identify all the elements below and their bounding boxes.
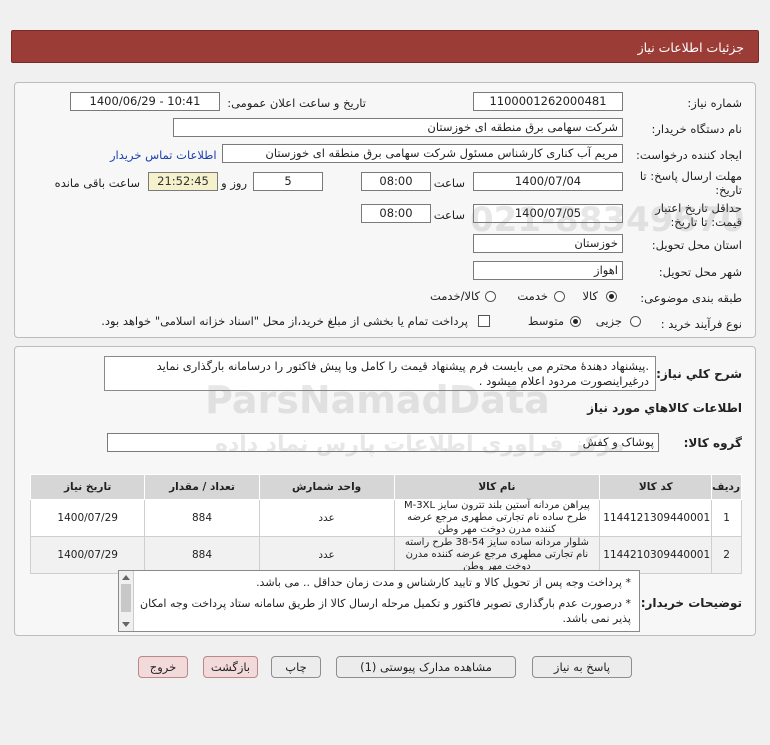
- row-index: 2: [711, 536, 742, 574]
- scroll-up-icon[interactable]: [122, 575, 130, 580]
- description-text: .پیشنهاد دهندۀ محترم می بایست فرم پیشنها…: [156, 359, 649, 388]
- buyer-org-label: نام دستگاه خریدار:: [651, 122, 742, 136]
- category-radio-goods-service[interactable]: [485, 291, 496, 302]
- column-header-code: کد کالا: [599, 474, 713, 500]
- category-radio-goods[interactable]: [606, 291, 617, 302]
- table-row: 1 1144121309440001 پیراهن مردانه آستین ب…: [29, 499, 742, 537]
- deadline-date-field: 1400/07/04: [473, 172, 623, 191]
- category-option-service: خدمت: [517, 289, 548, 303]
- validity-label-date: قیمت: تا تاریخ:: [670, 215, 742, 229]
- row-code: 1144121309440001: [599, 499, 713, 537]
- buyer-org-field: شرکت سهامی برق منطقه ای خوزستان: [173, 118, 623, 137]
- process-option-minor: جزیی: [595, 314, 622, 328]
- row-unit: عدد: [258, 536, 395, 574]
- creator-label: ایجاد کننده درخواست:: [636, 148, 742, 162]
- need-number-field: 1100001262000481: [473, 92, 623, 111]
- process-label: نوع فرآیند خرید :: [660, 317, 742, 331]
- row-index: 1: [711, 499, 742, 537]
- process-radio-medium[interactable]: [570, 316, 581, 327]
- city-label: شهر محل تحویل:: [658, 265, 742, 279]
- validity-label: حداقل تاریخ اعتبار: [655, 201, 742, 215]
- category-label: طبقه بندی موضوعی:: [640, 291, 742, 305]
- table-header-row: ردیف کد کالا نام کالا واحد شمارش تعداد /…: [29, 474, 742, 500]
- validity-time-field: 08:00: [361, 204, 431, 223]
- row-code: 1144210309440001: [599, 536, 713, 574]
- goods-group-label: گروه کالا:: [683, 436, 742, 450]
- deadline-time-label: ساعت: [433, 176, 465, 190]
- buyer-note-line: * درصورت عدم بارگذاری تصویر فاکتور و تکم…: [140, 597, 631, 625]
- days-label: روز و: [221, 176, 247, 190]
- column-header-name: نام کالا: [393, 474, 601, 500]
- buyer-notes-label: توضیحات خریدار:: [640, 596, 742, 610]
- row-date: 1400/07/29: [29, 499, 146, 537]
- buyer-contact-link[interactable]: اطلاعات تماس خریدار: [110, 148, 217, 162]
- deadline-label-date: تاریخ:: [715, 183, 742, 197]
- category-option-goods: کالا: [582, 289, 598, 303]
- attachments-button[interactable]: مشاهده مدارک پیوستی (1): [336, 656, 516, 678]
- goods-table: ردیف کد کالا نام کالا واحد شمارش تعداد /…: [29, 474, 742, 574]
- table-row: 2 1144210309440001 شلوار مردانه ساده سای…: [29, 536, 742, 574]
- province-label: استان محل تحویل:: [651, 238, 742, 252]
- process-radio-minor[interactable]: [630, 316, 641, 327]
- category-option-goods-service: کالا/خدمت: [429, 289, 480, 303]
- category-radio-service[interactable]: [554, 291, 565, 302]
- process-option-medium: متوسط: [527, 314, 564, 328]
- treasury-checkbox[interactable]: [478, 315, 490, 327]
- row-qty: 884: [144, 536, 260, 574]
- need-number-label: شماره نیاز:: [687, 96, 742, 110]
- goods-section-title: اطلاعات کالاهاي مورد نياز: [587, 401, 742, 415]
- row-name: شلوار مردانه ساده سایز 54-38 طرح راسته ن…: [393, 536, 601, 574]
- buyer-notes-box: * پرداخت وجه پس از تحویل کالا و تایید کا…: [118, 570, 640, 632]
- treasury-payment-note: پرداخت تمام یا بخشی از مبلغ خرید،از محل …: [101, 314, 468, 328]
- deadline-label: مهلت ارسال پاسخ: تا: [639, 169, 742, 183]
- description-label: شرح کلي نياز:: [656, 367, 742, 381]
- column-header-index: ردیف: [711, 474, 742, 500]
- column-header-date: تاریخ نیاز: [29, 474, 146, 500]
- remaining-time-label: ساعت باقی مانده: [54, 176, 140, 190]
- exit-button[interactable]: خروج: [138, 656, 188, 678]
- announce-date-field: 1400/06/29 - 10:41: [70, 92, 220, 111]
- deadline-time-field: 08:00: [361, 172, 431, 191]
- scroll-thumb[interactable]: [121, 584, 131, 612]
- reply-button[interactable]: پاسخ به نیاز: [532, 656, 632, 678]
- notes-scrollbar[interactable]: [119, 571, 134, 631]
- print-button[interactable]: چاپ: [271, 656, 321, 678]
- validity-time-label: ساعت: [433, 208, 465, 222]
- goods-group-field: پوشاک و کفش: [107, 433, 659, 452]
- buyer-note-line: * پرداخت وجه پس از تحویل کالا و تایید کا…: [256, 576, 631, 589]
- row-qty: 884: [144, 499, 260, 537]
- description-box: .پیشنهاد دهندۀ محترم می بایست فرم پیشنها…: [104, 356, 656, 391]
- city-field: اهواز: [473, 261, 623, 280]
- creator-field: مریم آب کناری کارشناس مسئول شرکت سهامی ب…: [222, 144, 623, 163]
- column-header-unit: واحد شمارش: [258, 474, 395, 500]
- announce-date-label: تاریخ و ساعت اعلان عمومی:: [227, 96, 366, 110]
- province-field: خوزستان: [473, 234, 623, 253]
- remaining-time-field: 21:52:45: [148, 172, 218, 191]
- row-date: 1400/07/29: [29, 536, 146, 574]
- page-title: جزئیات اطلاعات نیاز: [11, 30, 759, 63]
- days-remaining-field: 5: [253, 172, 323, 191]
- scroll-down-icon[interactable]: [122, 622, 130, 627]
- back-button[interactable]: بازگشت: [203, 656, 258, 678]
- row-unit: عدد: [258, 499, 395, 537]
- column-header-qty: تعداد / مقدار: [144, 474, 260, 500]
- validity-date-field: 1400/07/05: [473, 204, 623, 223]
- row-name: پیراهن مردانه آستین بلند تترون سایز M-3X…: [393, 499, 601, 537]
